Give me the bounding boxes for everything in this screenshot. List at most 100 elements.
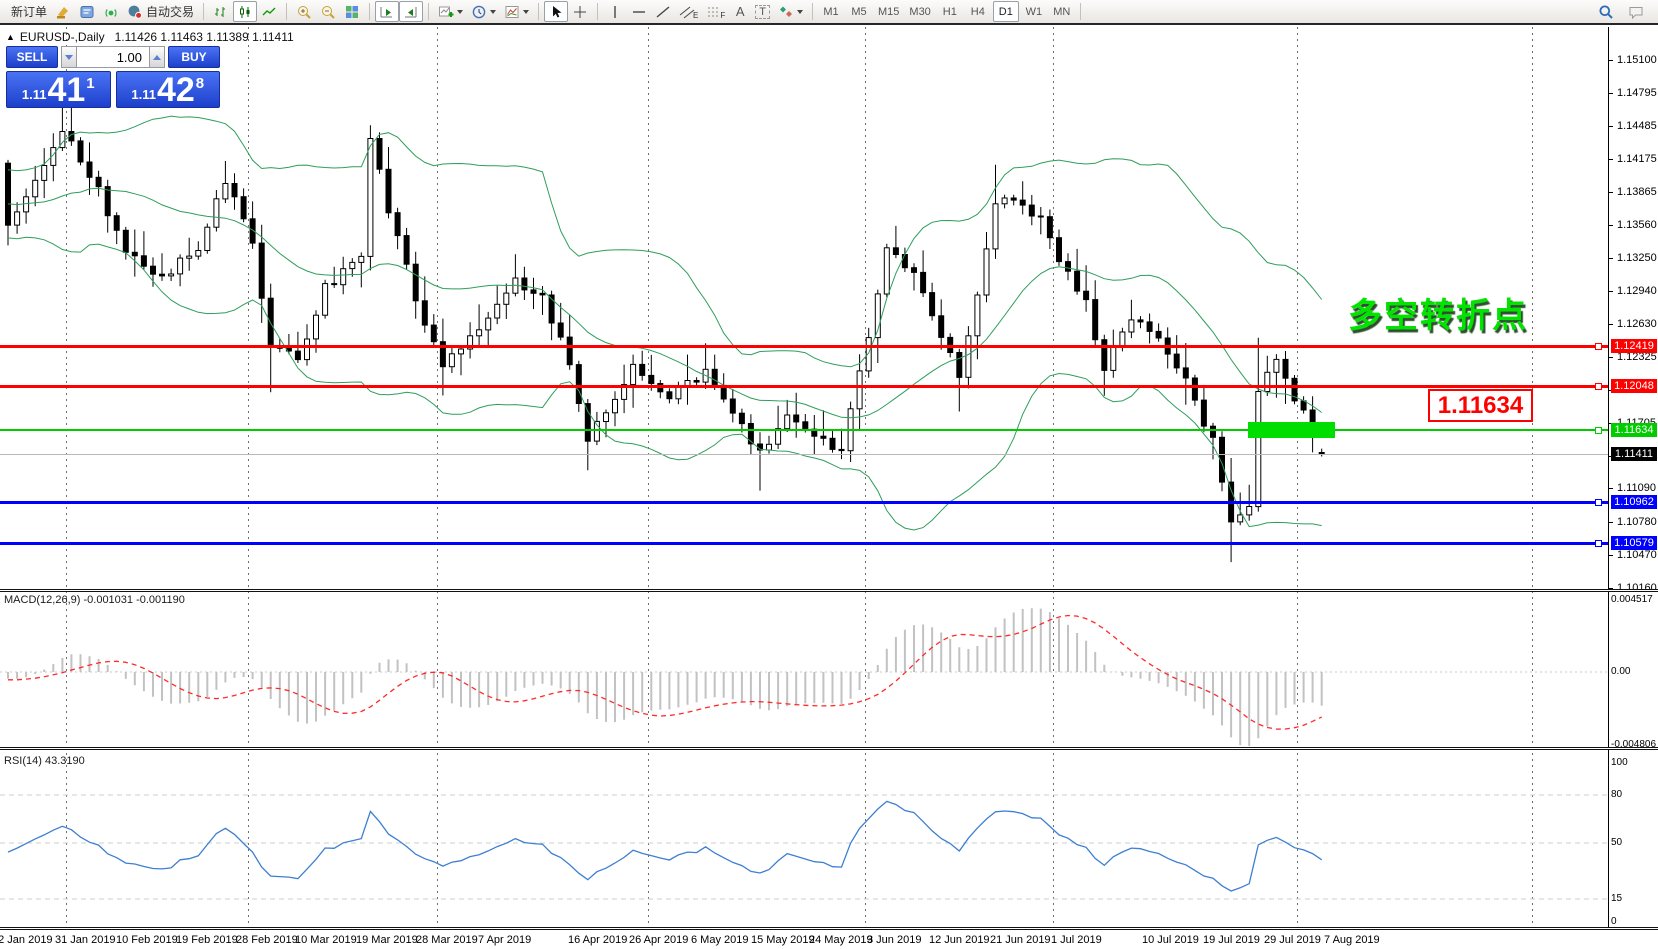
chevron-down-icon	[65, 55, 73, 60]
highlight-zone[interactable]	[1248, 422, 1335, 438]
chart-shift-button[interactable]	[399, 1, 423, 22]
candlestick-chart-button[interactable]	[233, 1, 257, 22]
timeframe-m5[interactable]: M5	[846, 1, 872, 22]
timeframe-h1[interactable]: H1	[937, 1, 963, 22]
timeframe-w1[interactable]: W1	[1021, 1, 1047, 22]
pane-separator[interactable]	[0, 747, 1658, 750]
horizontal-line-1.10579[interactable]	[0, 542, 1608, 545]
timeframe-m1[interactable]: M1	[818, 1, 844, 22]
trendline-icon	[655, 4, 671, 20]
vertical-line-icon	[607, 4, 623, 20]
expert-advisors-icon	[55, 4, 71, 20]
rsi-label: RSI(14) 43.3190	[4, 755, 85, 767]
rsi-scale-tick: 0	[1611, 916, 1617, 927]
channel-tool-button[interactable]: E	[675, 1, 702, 22]
level-price-box[interactable]: 1.11634	[1428, 389, 1533, 422]
vertical-line-tool-button[interactable]	[603, 1, 627, 22]
toolbar-separator	[538, 3, 539, 20]
timeframe-m30[interactable]: M30	[905, 1, 934, 22]
auto-trading-label: 自动交易	[146, 3, 194, 20]
trendline-tool-button[interactable]	[651, 1, 675, 22]
date-label: 29 Jul 2019	[1264, 934, 1321, 946]
timeframe-h4[interactable]: H4	[965, 1, 991, 22]
toolbar: 新订单 自动交易	[0, 0, 1658, 25]
buy-price-big: 42	[157, 75, 195, 106]
buy-price-button[interactable]: 1.11428	[116, 71, 221, 108]
price-tick: 1.12940	[1617, 285, 1657, 297]
price-tick: 1.13560	[1617, 219, 1657, 231]
tile-windows-button[interactable]	[340, 1, 364, 22]
expert-advisors-button[interactable]	[51, 1, 75, 22]
price-axis[interactable]: 1.151001.147951.144851.141751.138651.135…	[1608, 27, 1658, 929]
pane-separator[interactable]	[0, 589, 1658, 592]
new-order-button[interactable]: 新订单	[4, 1, 51, 22]
sell-price-button[interactable]: 1.11411	[6, 71, 111, 108]
price-line-label: 1.10962	[1611, 495, 1657, 509]
sell-button[interactable]: SELL	[6, 46, 58, 68]
text-tool-button[interactable]: A	[729, 1, 751, 22]
price-line-label: 1.12048	[1611, 379, 1657, 393]
signals-button[interactable]	[99, 1, 123, 22]
turning-point-annotation[interactable]: 多空转折点	[1348, 288, 1528, 337]
price-tick: 1.14485	[1617, 120, 1657, 132]
fibonacci-glyph: F	[720, 11, 725, 20]
auto-scroll-icon	[379, 4, 395, 20]
buy-button[interactable]: BUY	[168, 46, 220, 68]
axis-tick-mark	[1609, 522, 1613, 523]
rsi-canvas[interactable]	[0, 750, 1608, 927]
arrows-tool-button[interactable]	[774, 1, 807, 22]
auto-scroll-button[interactable]	[375, 1, 399, 22]
metaeditor-icon	[79, 4, 95, 20]
horizontal-line-1.11634[interactable]	[0, 429, 1608, 431]
timeframe-m15[interactable]: M15	[874, 1, 903, 22]
horizontal-line-1.10962[interactable]	[0, 501, 1608, 504]
channel-glyph: E	[693, 11, 698, 20]
price-tick: 1.10470	[1617, 549, 1657, 561]
crosshair-tool-button[interactable]	[568, 1, 592, 22]
horizontal-line-1.12048[interactable]	[0, 385, 1608, 388]
auto-trading-icon	[127, 4, 143, 20]
zoom-out-button[interactable]	[316, 1, 340, 22]
horizontal-line-1.11411[interactable]	[0, 454, 1608, 455]
arrow-shapes-icon	[778, 4, 794, 20]
templates-icon	[504, 4, 520, 20]
new-order-label: 新订单	[11, 3, 47, 20]
fibonacci-tool-button[interactable]: F	[702, 1, 729, 22]
macd-canvas[interactable]	[0, 592, 1608, 747]
periods-dropdown-arrow	[490, 10, 496, 14]
horizontal-line-tool-button[interactable]	[627, 1, 651, 22]
sell-price-prefix: 1.11	[22, 87, 47, 102]
macd-values: -0.001031 -0.001190	[83, 594, 184, 606]
timeframe-d1[interactable]: D1	[993, 1, 1019, 22]
macd-name: MACD(12,26,9)	[4, 594, 80, 606]
axis-tick-mark	[1609, 488, 1613, 489]
metaeditor-button[interactable]	[75, 1, 99, 22]
horizontal-line-1.12419[interactable]	[0, 345, 1608, 348]
search-button[interactable]	[1594, 1, 1618, 22]
line-chart-button[interactable]	[257, 1, 281, 22]
timeframe-mn[interactable]: MN	[1049, 1, 1075, 22]
timeframe-strip: M1M5M15M30H1H4D1W1MN	[818, 1, 1075, 22]
volume-increase-button[interactable]	[149, 46, 165, 68]
date-label: 19 Feb 2019	[176, 934, 238, 946]
cursor-tool-button[interactable]	[544, 1, 568, 22]
templates-button[interactable]	[500, 1, 533, 22]
time-axis[interactable]: 22 Jan 201931 Jan 201910 Feb 201919 Feb …	[0, 932, 1658, 949]
chat-button[interactable]	[1624, 1, 1648, 22]
indicators-button[interactable]	[434, 1, 467, 22]
rsi-scale-tick: 80	[1611, 789, 1622, 800]
date-label: 19 Jul 2019	[1203, 934, 1260, 946]
zoom-in-button[interactable]	[292, 1, 316, 22]
auto-trading-button[interactable]: 自动交易	[123, 1, 198, 22]
volume-decrease-button[interactable]	[61, 46, 77, 68]
volume-field[interactable]: 1.00	[77, 46, 149, 68]
axis-tick-mark	[1609, 93, 1613, 94]
rsi-scale-tick: 15	[1611, 893, 1622, 904]
text-label-tool-button[interactable]: T	[751, 1, 774, 22]
bar-chart-button[interactable]	[209, 1, 233, 22]
volume-value: 1.00	[117, 50, 142, 65]
periods-button[interactable]	[467, 1, 500, 22]
axis-tick-mark	[1609, 357, 1613, 358]
line-end-marker	[1595, 383, 1602, 390]
chart-collapse-icon[interactable]: ▲	[6, 32, 15, 42]
